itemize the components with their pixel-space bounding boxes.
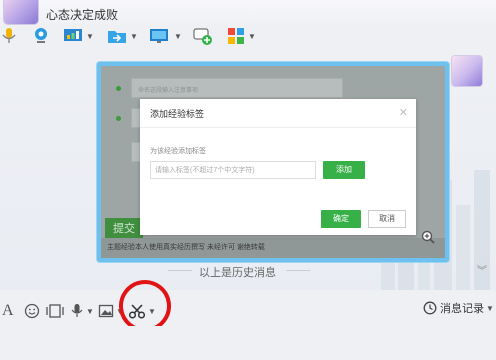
send-file-button[interactable]: ▼	[106, 24, 138, 48]
divider-line	[286, 270, 310, 271]
monitor-icon	[150, 29, 168, 43]
image-icon	[98, 304, 114, 318]
create-discussion-button[interactable]	[192, 24, 214, 48]
microphone-icon	[2, 28, 16, 43]
collapse-chevron-icon[interactable]: ︾	[477, 262, 487, 277]
video-call-button[interactable]	[32, 24, 50, 48]
voice-call-button[interactable]	[0, 24, 18, 48]
chevron-down-icon: ▼	[174, 31, 182, 41]
cancel-button: 取消	[368, 210, 406, 228]
divider-line	[168, 270, 192, 271]
message-record-button[interactable]: 消息记录 ▼	[423, 300, 494, 316]
background-note: 主题经验本人使用真实经历撰写 未经许可 谢绝转载	[101, 238, 445, 258]
apps-button[interactable]: ▼	[226, 24, 256, 48]
dialog-hint-text: 为该经验添加标签	[150, 148, 206, 155]
smiley-icon	[24, 303, 40, 319]
chevron-down-icon: ▼	[248, 31, 256, 41]
contact-status-text: 心态决定成败	[46, 8, 119, 22]
chevron-down-icon: ▼	[86, 31, 94, 41]
font-icon: A	[2, 302, 14, 319]
tag-input-field: 请输入标签(不超过7个中文字符)	[150, 161, 316, 179]
chevron-down-icon: ▼	[86, 306, 94, 316]
message-input-area[interactable]	[0, 326, 496, 360]
emoji-button[interactable]	[24, 298, 40, 324]
remote-desktop-button[interactable]: ▼	[62, 24, 94, 48]
dialog-title: 添加经验标签	[140, 99, 416, 128]
contact-avatar[interactable]	[4, 0, 38, 24]
zoom-in-icon[interactable]	[421, 230, 435, 244]
close-icon: ✕	[398, 107, 408, 119]
history-divider-text: 以上是历史消息	[199, 267, 276, 279]
message-record-label: 消息记录	[440, 303, 484, 315]
microphone-icon	[71, 304, 83, 317]
background-input-row: 命名这段输入注意事项	[131, 78, 343, 98]
confirm-button: 确定	[321, 210, 361, 228]
shake-window-icon	[46, 304, 64, 318]
status-dot	[116, 116, 121, 121]
webcam-icon	[35, 28, 47, 43]
chat-toolbar: ▼ ▼ ▼ ▼	[0, 24, 496, 48]
share-screen-button[interactable]: ▼	[148, 24, 182, 48]
chat-add-icon	[193, 28, 212, 45]
history-divider: 以上是历史消息	[0, 264, 496, 279]
clock-icon	[423, 301, 437, 315]
chevron-down-icon: ▼	[130, 31, 138, 41]
sender-avatar[interactable]	[452, 56, 482, 86]
chevron-down-icon: ▼	[486, 303, 494, 313]
font-button[interactable]: A	[2, 298, 14, 324]
row-placeholder-text: 命名这段输入注意事项	[138, 88, 199, 94]
voice-message-button[interactable]: ▼	[70, 298, 94, 324]
shake-window-button[interactable]	[46, 298, 64, 324]
add-tag-button: 添加	[323, 161, 365, 179]
status-dot	[116, 86, 121, 91]
folder-transfer-icon	[108, 31, 126, 43]
presentation-icon	[64, 29, 82, 41]
input-toolbar: A ▼ ▼ ▼	[0, 298, 496, 324]
background-green-button: 提交	[105, 218, 143, 238]
apps-grid-icon	[228, 28, 244, 44]
add-tag-dialog: 添加经验标签 ✕ 为该经验添加标签 请输入标签(不超过7个中文字符) 添加 确定…	[140, 99, 416, 235]
